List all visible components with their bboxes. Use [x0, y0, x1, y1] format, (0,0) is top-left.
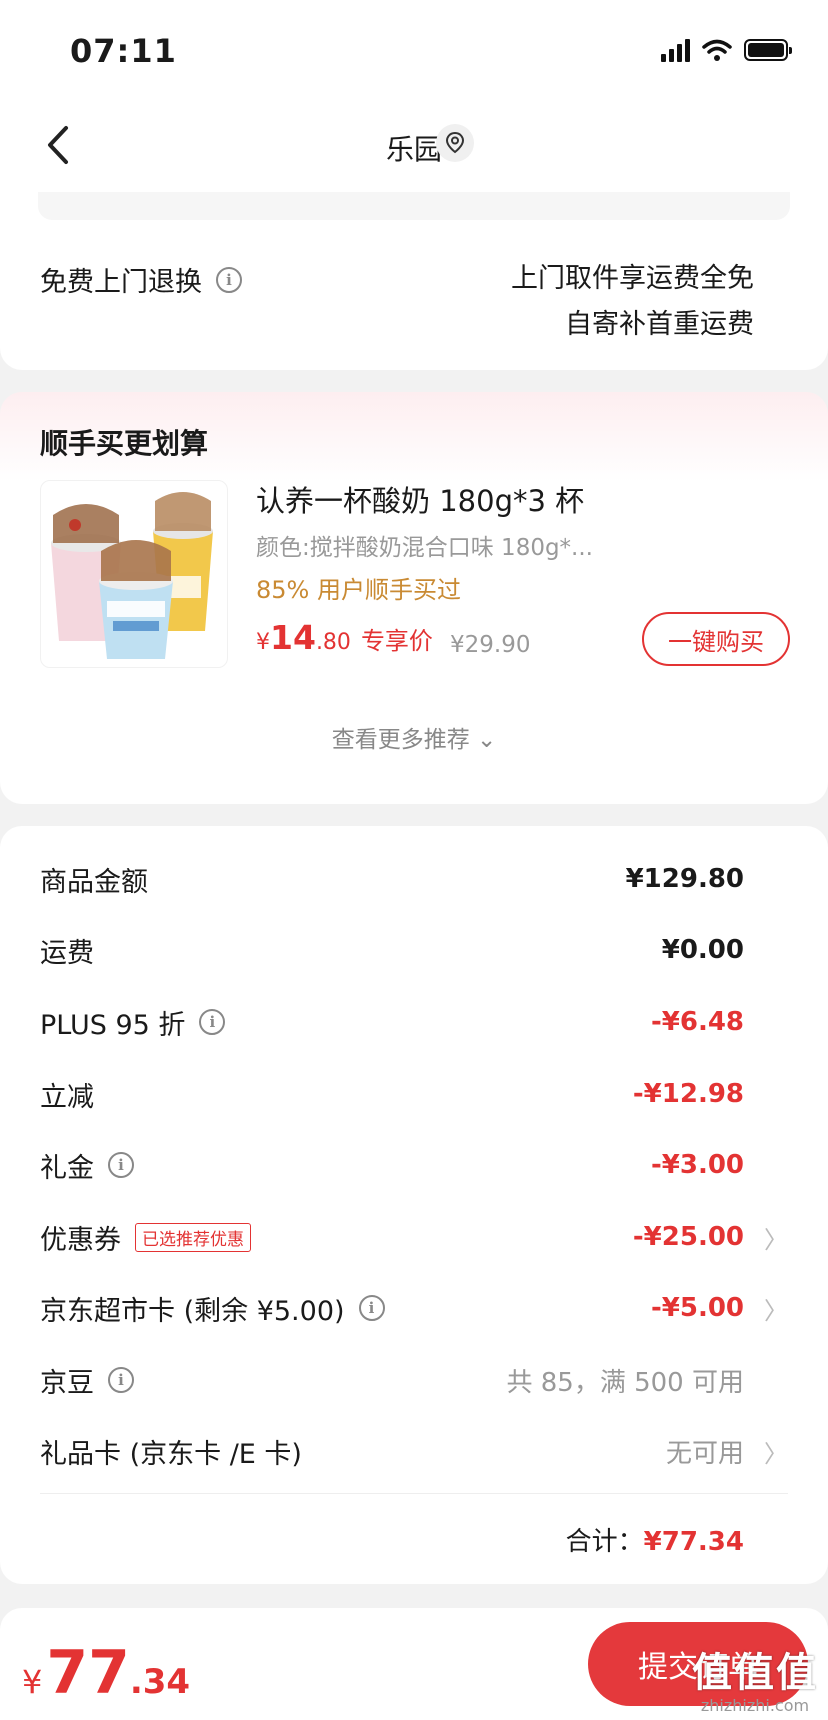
- total: 合计：¥77.34: [566, 1521, 744, 1558]
- one-click-buy-button[interactable]: 一键购买: [642, 612, 790, 666]
- bottom-currency: ¥: [22, 1663, 43, 1701]
- row-label: 运费: [40, 937, 94, 969]
- watermark: 值值值 zhizhizhi.com: [692, 1640, 818, 1715]
- bottom-price-integer: 77: [46, 1638, 130, 1708]
- row-label: PLUS 95 折: [40, 1009, 186, 1041]
- watermark-text: 值值值: [692, 1650, 818, 1696]
- status-bar: 07:11: [0, 0, 828, 100]
- info-icon[interactable]: i: [216, 266, 242, 293]
- row-label: 礼金: [40, 1152, 94, 1184]
- summary-row-shipping: 运费 ¥0.00: [40, 925, 788, 975]
- price-label: 专享价: [360, 627, 433, 655]
- more-recommend-link[interactable]: 查看更多推荐 ⌄: [0, 720, 828, 754]
- row-value: ¥129.80: [625, 864, 744, 894]
- divider: [40, 1493, 788, 1494]
- recommend-card: 顺手买更划算 认养一杯酸奶 180g*3 杯 颜色:搅拌酸奶混合口味 180g*…: [0, 392, 828, 804]
- row-value: 共 85，满 500 可用: [506, 1367, 744, 1398]
- row-value: ¥0.00: [661, 935, 744, 965]
- row-label: 京豆: [40, 1367, 94, 1399]
- return-service-card: 免费上门退换 i 上门取件享运费全免 自寄补首重运费: [0, 180, 828, 370]
- product-image[interactable]: [40, 480, 228, 668]
- page-title: 乐园: [385, 133, 442, 166]
- watermark-sub: zhizhizhi.com: [700, 1696, 810, 1715]
- chevron-right-icon: 〉: [764, 1225, 788, 1254]
- info-icon[interactable]: i: [108, 1152, 134, 1178]
- order-summary-card: 商品金额 ¥129.80 运费 ¥0.00 PLUS 95 折 i -¥6.48…: [0, 826, 828, 1584]
- info-icon[interactable]: i: [199, 1009, 226, 1035]
- row-value: -¥12.98: [632, 1079, 744, 1109]
- summary-row-goods: 商品金额 ¥129.80: [40, 854, 788, 904]
- row-value: -¥25.00: [632, 1222, 744, 1252]
- battery-icon: [744, 39, 792, 61]
- recommend-title: 顺手买更划算: [40, 427, 209, 460]
- row-label: 优惠券: [40, 1224, 121, 1256]
- summary-row-supermarket-card[interactable]: 京东超市卡 (剩余 ¥5.00) i -¥5.00 〉: [40, 1283, 788, 1333]
- info-icon[interactable]: i: [108, 1367, 134, 1393]
- location-icon[interactable]: [436, 124, 474, 162]
- wifi-icon: [702, 39, 732, 61]
- product-bought-rate: 85% 用户顺手买过: [256, 576, 461, 604]
- return-service-desc: 上门取件享运费全免 自寄补首重运费: [511, 256, 754, 348]
- row-value: -¥6.48: [650, 1007, 744, 1037]
- row-label: 礼品卡 (京东卡 /E 卡): [40, 1438, 302, 1470]
- row-value: -¥3.00: [650, 1150, 744, 1180]
- chevron-right-icon: 〉: [764, 1439, 788, 1468]
- info-icon[interactable]: i: [358, 1295, 385, 1321]
- chevron-right-icon: 〉: [764, 1296, 788, 1325]
- price-integer: 14: [270, 618, 316, 657]
- row-label: 商品金额: [40, 866, 148, 898]
- price-currency: ¥: [256, 630, 270, 655]
- price-decimal: .80: [315, 630, 351, 655]
- summary-row-plus: PLUS 95 折 i -¥6.48: [40, 997, 788, 1047]
- coupon-badge: 已选推荐优惠: [135, 1222, 251, 1252]
- return-desc-line1: 上门取件享运费全免: [511, 263, 754, 294]
- product-spec: 颜色:搅拌酸奶混合口味 180g*...: [256, 535, 593, 561]
- product-name[interactable]: 认养一杯酸奶 180g*3 杯: [256, 478, 584, 520]
- summary-row-instant-discount: 立减 -¥12.98: [40, 1069, 788, 1119]
- signal-icon: [661, 38, 690, 62]
- row-value: 无可用: [665, 1438, 744, 1469]
- row-label: 京东超市卡 (剩余 ¥5.00): [40, 1295, 345, 1327]
- row-value: -¥5.00: [650, 1293, 744, 1323]
- product-price: ¥ 14 .80 专享价: [256, 618, 433, 657]
- summary-row-coupon[interactable]: 优惠券 已选推荐优惠 -¥25.00 〉: [40, 1212, 788, 1262]
- summary-row-gift-card[interactable]: 礼品卡 (京东卡 /E 卡) 无可用 〉: [40, 1426, 788, 1476]
- summary-row-jd-beans: 京豆 i 共 85，满 500 可用: [40, 1355, 788, 1405]
- collapsed-strip: [38, 192, 790, 220]
- row-label: 立减: [40, 1081, 94, 1113]
- nav-bar: 乐园: [0, 100, 828, 190]
- total-amount: ¥77.34: [643, 1527, 744, 1557]
- return-service-label: 免费上门退换 i: [40, 260, 242, 299]
- status-time: 07:11: [70, 32, 177, 70]
- summary-row-gift-money: 礼金 i -¥3.00: [40, 1140, 788, 1190]
- return-desc-line2: 自寄补首重运费: [565, 309, 754, 340]
- total-label: 合计：: [565, 1527, 644, 1557]
- bottom-price-decimal: .34: [129, 1662, 191, 1702]
- return-service-text: 免费上门退换: [40, 267, 202, 298]
- bottom-price: ¥ 77 .34: [22, 1638, 190, 1708]
- status-icons: [661, 38, 792, 62]
- original-price: ¥29.90: [450, 632, 531, 658]
